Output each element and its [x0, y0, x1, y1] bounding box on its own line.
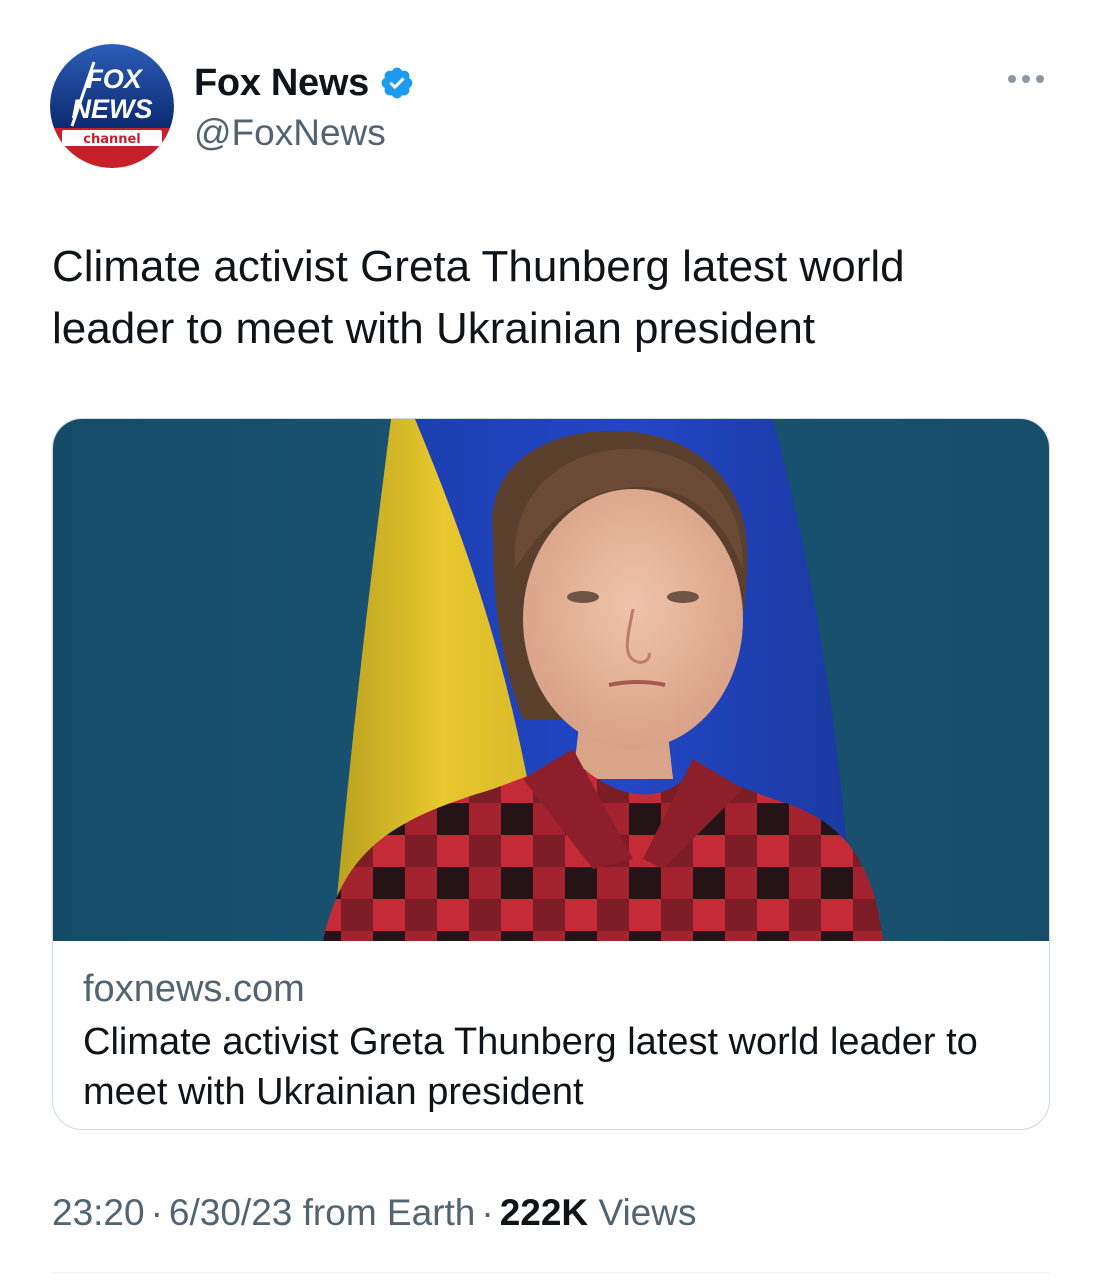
link-card[interactable]: foxnews.com Climate activist Greta Thunb… [52, 418, 1050, 1130]
views-count: 222K [499, 1192, 589, 1233]
card-domain: foxnews.com [83, 968, 305, 1010]
display-name[interactable]: Fox News [194, 62, 369, 105]
separator: · [481, 1192, 494, 1233]
card-meta: foxnews.com Climate activist Greta Thunb… [83, 965, 1033, 1117]
svg-text:NEWS: NEWS [72, 94, 153, 124]
card-title: Climate activist Greta Thunberg latest w… [83, 1021, 978, 1113]
tweet-source: from Earth [302, 1192, 476, 1233]
tweet-header: channel FOX NEWS Fox News @FoxNews [50, 44, 1052, 174]
svg-text:FOX: FOX [86, 64, 143, 94]
name-row: Fox News [194, 60, 415, 106]
views-label: Views [598, 1192, 697, 1233]
svg-text:channel: channel [83, 132, 141, 147]
author-info: Fox News @FoxNews [194, 60, 415, 154]
avatar[interactable]: channel FOX NEWS [50, 44, 174, 168]
fox-news-logo-icon: channel FOX NEWS [50, 44, 174, 168]
divider [52, 1272, 1050, 1273]
handle[interactable]: @FoxNews [194, 112, 415, 154]
tweet-footer: 23:20 · 6/30/23 from Earth · 222K Views [52, 1192, 696, 1234]
verified-badge-icon [379, 65, 415, 101]
tweet-date[interactable]: 6/30/23 [169, 1192, 292, 1233]
card-image [53, 419, 1049, 941]
tweet-text: Climate activist Greta Thunberg latest w… [52, 242, 905, 353]
separator: · [150, 1192, 163, 1233]
tweet-time[interactable]: 23:20 [52, 1192, 145, 1233]
more-options-icon[interactable] [1004, 64, 1048, 94]
